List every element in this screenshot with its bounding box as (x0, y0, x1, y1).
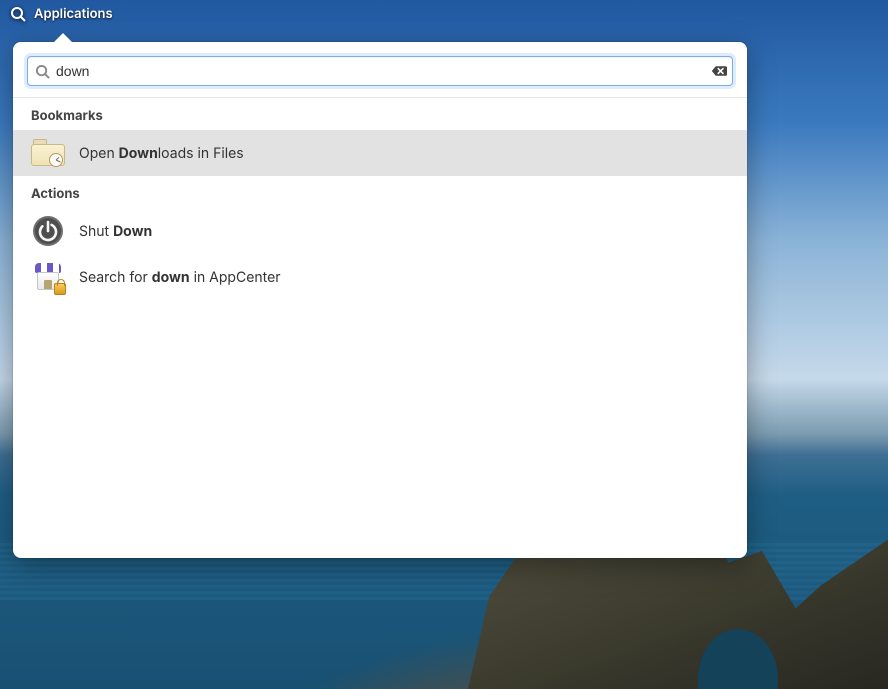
group-label-actions: Actions (13, 176, 747, 208)
group-label-bookmarks: Bookmarks (13, 98, 747, 130)
search-input[interactable] (56, 63, 706, 79)
search-icon (28, 64, 56, 79)
result-shutdown[interactable]: Shut Down (13, 208, 747, 254)
top-panel: Applications (0, 0, 888, 28)
result-open-downloads[interactable]: Open Downloads in Files (13, 130, 747, 176)
clear-search-icon[interactable] (706, 57, 732, 85)
result-label: Shut Down (79, 223, 152, 240)
applications-menu-button[interactable]: Applications (34, 6, 113, 22)
search-field[interactable] (27, 56, 733, 86)
folder-downloads-icon (31, 136, 65, 170)
desktop-wallpaper: Applications BookmarksOpen Downloads (0, 0, 888, 689)
power-icon (31, 214, 65, 248)
result-search-appcenter[interactable]: Search for down in AppCenter (13, 254, 747, 300)
search-icon[interactable] (10, 6, 26, 22)
result-label: Open Downloads in Files (79, 145, 244, 162)
search-bar-container (13, 42, 747, 98)
appcenter-icon (31, 260, 65, 294)
applications-popover: Bookmarks Open Downloads in Files Actions S… (13, 42, 747, 558)
search-results: Bookmarks Open Downloads in Files Actions S… (13, 98, 747, 558)
result-label: Search for down in AppCenter (79, 269, 281, 286)
